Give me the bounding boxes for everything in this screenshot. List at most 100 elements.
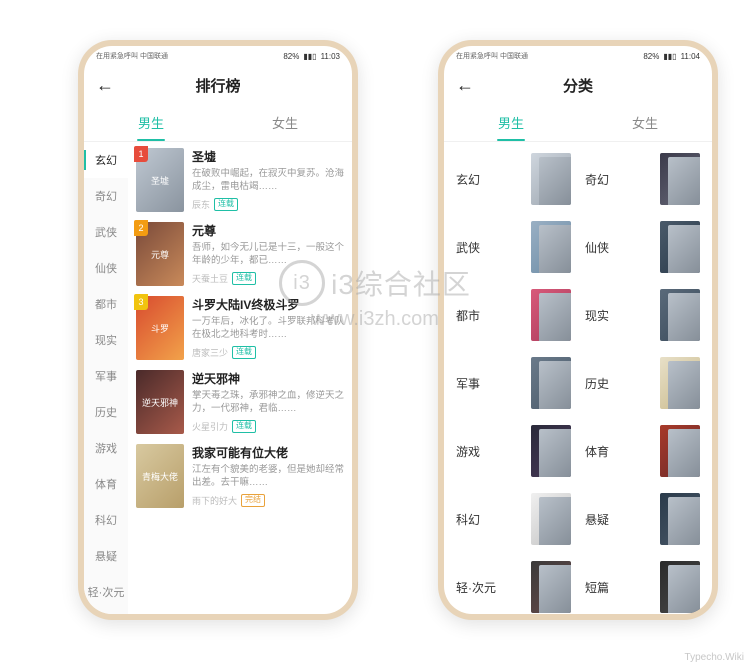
status-carrier: 在用紧急呼叫 中国联通	[456, 53, 528, 60]
gender-tabs: 男生 女生	[444, 104, 712, 142]
rank-item[interactable]: 2 元尊 元尊 吾师，如今无儿已是十三，一般这个年龄的少年，都已…… 天蚕土豆 …	[136, 222, 344, 286]
side-cat-item[interactable]: 奇幻	[84, 178, 128, 214]
category-thumb	[660, 493, 700, 545]
category-label: 军事	[456, 375, 523, 392]
category-thumb	[660, 357, 700, 409]
book-status-tag: 完结	[241, 494, 265, 506]
category-label: 轻·次元	[456, 579, 523, 596]
book-title: 逆天邪神	[192, 370, 344, 387]
phone-mock-left: 在用紧急呼叫 中国联通 82% ▮▮▯ 11:03 ← 排行榜 男生 女生 玄幻…	[78, 40, 358, 620]
book-cover-wrap: 3 斗罗	[136, 296, 184, 360]
category-cell[interactable]: 游戏	[456, 424, 571, 478]
category-cell[interactable]: 都市	[456, 288, 571, 342]
category-cell[interactable]: 短篇	[585, 560, 700, 614]
book-author: 天蚕土豆	[192, 272, 228, 285]
rank-item[interactable]: 逆天邪神 逆天邪神 掌天毒之珠，承邪神之血，修逆天之力，一代邪神，君临…… 火星…	[136, 370, 344, 434]
gender-tabs: 男生 女生	[84, 104, 352, 142]
category-thumb	[531, 357, 571, 409]
book-cover: 逆天邪神	[136, 370, 184, 434]
book-cover-wrap: 2 元尊	[136, 222, 184, 286]
rank-body: 玄幻 奇幻 武侠 仙侠 都市 现实 军事 历史 游戏 体育 科幻 悬疑 轻·次元…	[84, 142, 352, 614]
book-desc: 在破败中崛起，在寂灭中复苏。沧海成尘，雷电枯竭……	[192, 168, 344, 194]
category-thumb	[660, 221, 700, 273]
book-title: 我家可能有位大佬	[192, 444, 344, 461]
category-cell[interactable]: 轻·次元	[456, 560, 571, 614]
book-status-tag: 连载	[232, 346, 256, 358]
book-meta: 唐家三少 连载	[192, 346, 344, 359]
status-battery: 82%	[283, 52, 299, 61]
side-cat-item[interactable]: 玄幻	[84, 142, 128, 178]
side-cat-item[interactable]: 历史	[84, 394, 128, 430]
book-info: 我家可能有位大佬 江左有个貌美的老婆，但是她却经常出差。去干嘛…… 雨下的好大 …	[192, 444, 344, 508]
rank-badge: 3	[134, 294, 148, 310]
side-cat-item[interactable]: 仙侠	[84, 250, 128, 286]
category-cell[interactable]: 玄幻	[456, 152, 571, 206]
footer-credit: Typecho.Wiki	[685, 652, 744, 663]
side-cat-item[interactable]: 轻·次元	[84, 574, 128, 610]
back-icon[interactable]: ←	[456, 75, 474, 96]
rank-item[interactable]: 青梅大佬 我家可能有位大佬 江左有个貌美的老婆，但是她却经常出差。去干嘛…… 雨…	[136, 444, 344, 508]
book-author: 火星引力	[192, 420, 228, 433]
rank-badge: 1	[134, 146, 148, 162]
category-label: 都市	[456, 307, 523, 324]
book-meta: 天蚕土豆 连载	[192, 272, 344, 285]
tab-female[interactable]: 女生	[578, 104, 712, 141]
category-cell[interactable]: 科幻	[456, 492, 571, 546]
book-title: 圣墟	[192, 148, 344, 165]
header: ← 分类	[444, 66, 712, 104]
category-label: 现实	[585, 307, 652, 324]
side-cat-item[interactable]: 都市	[84, 286, 128, 322]
book-title: 斗罗大陆IV终极斗罗	[192, 296, 344, 313]
side-cat-item[interactable]: 游戏	[84, 430, 128, 466]
back-icon[interactable]: ←	[96, 75, 114, 96]
side-cat-item[interactable]: 体育	[84, 466, 128, 502]
category-thumb	[660, 153, 700, 205]
side-cat-item[interactable]: 科幻	[84, 502, 128, 538]
rank-item[interactable]: 3 斗罗 斗罗大陆IV终极斗罗 一万年后，冰化了。斗罗联邦科考队在极北之地科考时…	[136, 296, 344, 360]
book-author: 辰东	[192, 198, 210, 211]
rank-item[interactable]: 1 圣墟 圣墟 在破败中崛起，在寂灭中复苏。沧海成尘，雷电枯竭…… 辰东 连载	[136, 148, 344, 212]
category-cell[interactable]: 仙侠	[585, 220, 700, 274]
phone-mock-right: 在用紧急呼叫 中国联通 82% ▮▮▯ 11:04 ← 分类 男生 女生 玄幻 …	[438, 40, 718, 620]
tab-male[interactable]: 男生	[444, 104, 578, 141]
screen-left: 在用紧急呼叫 中国联通 82% ▮▮▯ 11:03 ← 排行榜 男生 女生 玄幻…	[84, 46, 352, 614]
category-thumb	[660, 289, 700, 341]
category-cell[interactable]: 历史	[585, 356, 700, 410]
side-category-list: 玄幻 奇幻 武侠 仙侠 都市 现实 军事 历史 游戏 体育 科幻 悬疑 轻·次元	[84, 142, 128, 614]
book-desc: 吾师，如今无儿已是十三，一般这个年龄的少年，都已……	[192, 242, 344, 268]
side-cat-item[interactable]: 军事	[84, 358, 128, 394]
category-cell[interactable]: 军事	[456, 356, 571, 410]
category-cell[interactable]: 现实	[585, 288, 700, 342]
category-cell[interactable]: 武侠	[456, 220, 571, 274]
book-cover: 青梅大佬	[136, 444, 184, 508]
category-thumb	[531, 425, 571, 477]
tab-female[interactable]: 女生	[218, 104, 352, 141]
category-label: 科幻	[456, 511, 523, 528]
book-desc: 一万年后，冰化了。斗罗联邦科考队在极北之地科考时……	[192, 316, 344, 342]
tab-male[interactable]: 男生	[84, 104, 218, 141]
rank-list[interactable]: 1 圣墟 圣墟 在破败中崛起，在寂灭中复苏。沧海成尘，雷电枯竭…… 辰东 连载	[128, 142, 352, 614]
rank-badge: 2	[134, 220, 148, 236]
category-cell[interactable]: 体育	[585, 424, 700, 478]
category-grid[interactable]: 玄幻 奇幻 武侠 仙侠 都市 现实 军事 历史 游戏 体育 科幻 悬疑 轻·次元…	[444, 142, 712, 614]
book-status-tag: 连载	[214, 198, 238, 210]
book-meta: 雨下的好大 完结	[192, 494, 344, 507]
side-cat-item[interactable]: 现实	[84, 322, 128, 358]
category-label: 短篇	[585, 579, 652, 596]
category-thumb	[660, 425, 700, 477]
status-battery: 82%	[643, 52, 659, 61]
category-label: 体育	[585, 443, 652, 460]
side-cat-item[interactable]: 武侠	[84, 214, 128, 250]
category-thumb	[531, 561, 571, 613]
status-right: 82% ▮▮▯ 11:03	[283, 52, 340, 61]
book-info: 元尊 吾师，如今无儿已是十三，一般这个年龄的少年，都已…… 天蚕土豆 连载	[192, 222, 344, 286]
category-thumb	[531, 493, 571, 545]
status-time: 11:04	[681, 52, 700, 61]
category-cell[interactable]: 奇幻	[585, 152, 700, 206]
category-thumb	[531, 289, 571, 341]
category-cell[interactable]: 悬疑	[585, 492, 700, 546]
book-cover-wrap: 青梅大佬	[136, 444, 184, 508]
side-cat-item[interactable]: 悬疑	[84, 538, 128, 574]
book-desc: 掌天毒之珠，承邪神之血，修逆天之力，一代邪神，君临……	[192, 390, 344, 416]
category-label: 奇幻	[585, 171, 652, 188]
